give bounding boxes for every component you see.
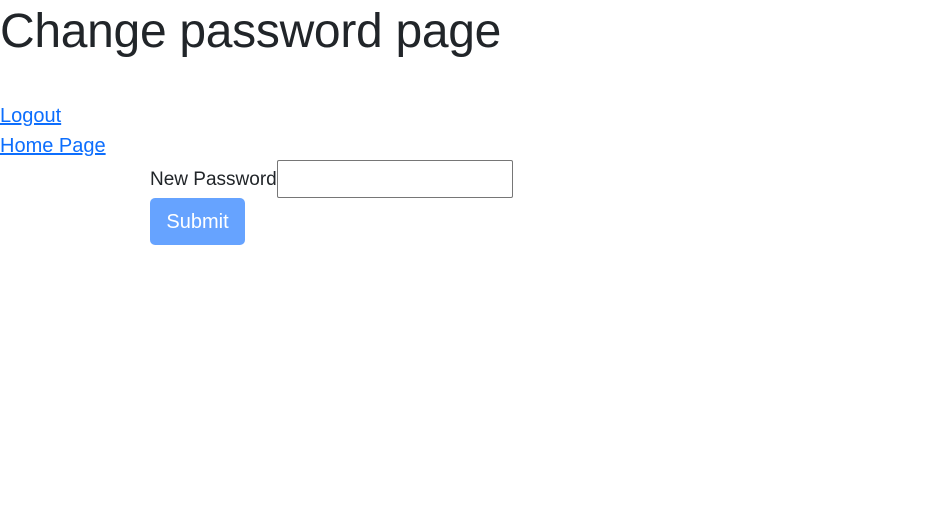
home-page-link[interactable]: Home Page bbox=[0, 134, 106, 158]
new-password-row: New Password bbox=[150, 160, 513, 198]
new-password-label: New Password bbox=[150, 169, 277, 190]
change-password-page: Change password page Logout Home Page Ne… bbox=[0, 0, 945, 509]
logout-link[interactable]: Logout bbox=[0, 104, 61, 128]
submit-button[interactable]: Submit bbox=[150, 198, 245, 245]
page-title: Change password page bbox=[0, 5, 502, 58]
new-password-input[interactable] bbox=[276, 160, 513, 198]
